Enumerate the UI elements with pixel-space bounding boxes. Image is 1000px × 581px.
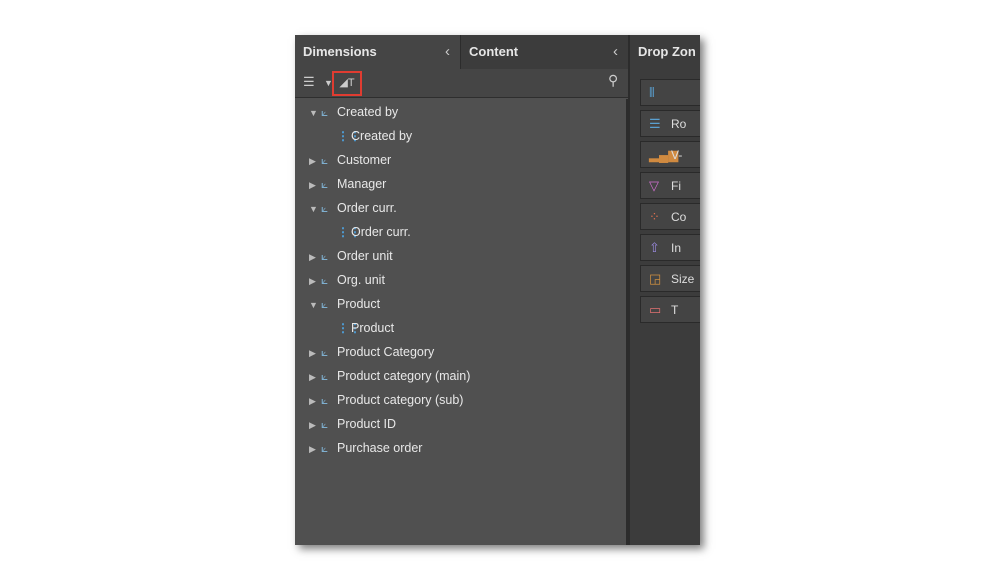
app-window: Dimensions ‹ Content ‹ Drop Zon ☰ ▼ ◢T ⚲ ▼… <box>295 35 700 545</box>
dimensions-title: Dimensions <box>303 44 377 59</box>
field-icon: ⋮⋮ <box>337 225 361 239</box>
measure-text-icon[interactable]: ◢T <box>332 71 362 96</box>
collapsed-arrow-icon[interactable]: ▶ <box>309 389 321 413</box>
expanded-arrow-icon[interactable]: ▼ <box>309 293 321 317</box>
tooltip-icon: ▭ <box>649 302 662 317</box>
tree-item-label: Org. unit <box>337 273 385 287</box>
dimension-icon: ⟀ <box>321 105 329 119</box>
dimension-icon: ⟀ <box>321 273 329 287</box>
drop-zone-label: In <box>671 241 682 255</box>
content-title: Content <box>469 44 519 59</box>
drop-zone-label: V- <box>671 148 683 162</box>
dimension-icon: ⟀ <box>321 177 329 191</box>
drop-zone-columns[interactable]: ⦀ <box>640 79 700 106</box>
tree-item[interactable]: ▼ ⟀ Order curr. <box>309 196 397 220</box>
tree-item-label: Product Category <box>337 345 435 359</box>
drop-zone-arrow-up[interactable]: ⇧ In <box>640 234 700 261</box>
dimensions-header: Dimensions ‹ <box>295 35 460 69</box>
field-icon: ⋮⋮ <box>337 321 361 335</box>
tree-item[interactable]: ▶ ⟀ Purchase order <box>309 436 422 460</box>
expanded-arrow-icon[interactable]: ▼ <box>309 197 321 221</box>
dimensions-tree: ▼ ⟀ Created by ⋮⋮Created by ▶ ⟀ Customer ▶ ⟀ Mana… <box>295 99 628 545</box>
tree-item-label: Created by <box>351 129 413 143</box>
drop-zone-label: Co <box>671 210 687 224</box>
arrow-up-icon: ⇧ <box>649 240 660 255</box>
collapse-dimensions-icon[interactable]: ‹ <box>445 35 450 69</box>
drop-zone-color[interactable]: ⁘ Co <box>640 203 700 230</box>
collapsed-arrow-icon[interactable]: ▶ <box>309 365 321 389</box>
size-icon: ◲ <box>649 271 662 286</box>
tree-item[interactable]: ▼ ⟀ Created by <box>309 100 398 124</box>
tree-item[interactable]: ▶ ⟀ Product ID <box>309 412 396 436</box>
tree-item[interactable]: ▶ ⟀ Org. unit <box>309 268 385 292</box>
tree-item[interactable]: ⋮⋮Order curr. <box>337 220 411 244</box>
drop-zone-label: Fi <box>671 179 681 193</box>
drop-zone-tooltip[interactable]: ▭ T <box>640 296 700 323</box>
dimensions-toolbar: ☰ ▼ ◢T ⚲ <box>295 69 628 98</box>
collapsed-arrow-icon[interactable]: ▶ <box>309 245 321 269</box>
tree-item-label: Order unit <box>337 249 393 263</box>
filter-icon: ▽ <box>649 178 659 193</box>
list-icon[interactable]: ☰ <box>303 74 315 90</box>
collapse-content-icon[interactable]: ‹ <box>613 35 618 69</box>
tree-item[interactable]: ▶ ⟀ Product Category <box>309 340 434 364</box>
tree-item[interactable]: ▶ ⟀ Order unit <box>309 244 393 268</box>
tree-item-label: Product ID <box>337 417 397 431</box>
drop-zone-rows[interactable]: ☰ Ro <box>640 110 700 137</box>
field-icon: ⋮⋮ <box>337 129 361 143</box>
tree-item-label: Order curr. <box>351 225 411 239</box>
content-header: Content ‹ <box>460 35 628 69</box>
tree-item[interactable]: ▶ ⟀ Product category (main) <box>309 364 470 388</box>
expanded-arrow-icon[interactable]: ▼ <box>309 101 321 125</box>
collapsed-arrow-icon[interactable]: ▶ <box>309 149 321 173</box>
columns-icon: ⦀ <box>649 85 655 100</box>
dimension-icon: ⟀ <box>321 345 329 359</box>
dimension-icon: ⟀ <box>321 201 329 215</box>
dimension-icon: ⟀ <box>321 153 329 167</box>
tree-item-label: Product <box>351 321 395 335</box>
tree-item-label: Created by <box>337 105 399 119</box>
collapsed-arrow-icon[interactable]: ▶ <box>309 341 321 365</box>
dimension-icon: ⟀ <box>321 393 329 407</box>
tree-item[interactable]: ▶ ⟀ Manager <box>309 172 386 196</box>
tree-item[interactable]: ▶ ⟀ Customer <box>309 148 391 172</box>
tree-item-label: Order curr. <box>337 201 397 215</box>
drop-zone-label: T <box>671 303 679 317</box>
drop-zone-label: Ro <box>671 117 687 131</box>
drop-zones-title: Drop Zon <box>638 44 696 59</box>
search-icon[interactable]: ⚲ <box>608 72 618 89</box>
tree-item-label: Product <box>337 297 381 311</box>
dimension-icon: ⟀ <box>321 249 329 263</box>
tree-item-label: Manager <box>337 177 387 191</box>
dimension-icon: ⟀ <box>321 441 329 455</box>
drop-zones-panel: ⦀ ☰ Ro ▂▄▆V- ▽ Fi ⁘ Co ⇧ In ◲ Size ▭ T <box>628 69 700 545</box>
dimension-icon: ⟀ <box>321 417 329 431</box>
drop-zones-header: Drop Zon <box>628 35 700 69</box>
collapsed-arrow-icon[interactable]: ▶ <box>309 437 321 461</box>
dimension-icon: ⟀ <box>321 297 329 311</box>
collapsed-arrow-icon[interactable]: ▶ <box>309 269 321 293</box>
tree-item-label: Product category (sub) <box>337 393 464 407</box>
collapsed-arrow-icon[interactable]: ▶ <box>309 413 321 437</box>
drop-zone-filter[interactable]: ▽ Fi <box>640 172 700 199</box>
tree-item[interactable]: ▼ ⟀ Product <box>309 292 380 316</box>
drop-zone-size[interactable]: ◲ Size <box>640 265 700 292</box>
collapsed-arrow-icon[interactable]: ▶ <box>309 173 321 197</box>
tree-item[interactable]: ⋮⋮Created by <box>337 124 412 148</box>
tree-item[interactable]: ⋮⋮Product <box>337 316 394 340</box>
tree-item-label: Product category (main) <box>337 369 471 383</box>
tree-item-label: Purchase order <box>337 441 423 455</box>
tree-item[interactable]: ▶ ⟀ Product category (sub) <box>309 388 463 412</box>
rows-icon: ☰ <box>649 116 661 131</box>
drop-zone-label: Size <box>671 272 695 286</box>
bar-chart-icon: ▂▄▆ <box>649 147 679 162</box>
color-icon: ⁘ <box>649 209 660 224</box>
drop-zone-bar-chart[interactable]: ▂▄▆V- <box>640 141 700 168</box>
tree-item-label: Customer <box>337 153 392 167</box>
dimension-icon: ⟀ <box>321 369 329 383</box>
